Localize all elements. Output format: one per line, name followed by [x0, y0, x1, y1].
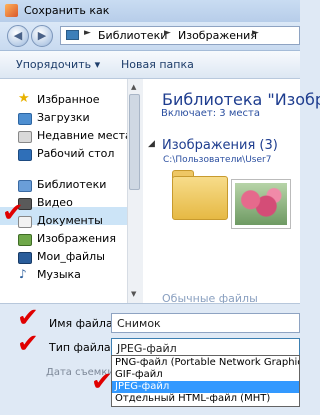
sidebar-item-documents[interactable]: Документы [37, 214, 103, 227]
library-icon [66, 30, 79, 40]
sidebar-item-images[interactable]: Изображения [37, 232, 116, 245]
scroll-down-icon[interactable]: ▼ [131, 290, 136, 298]
forward-button[interactable]: ▶ [31, 25, 53, 47]
recent-places-icon [18, 131, 32, 143]
chevron-right-icon[interactable]: ► [164, 28, 171, 38]
scroll-thumb[interactable] [129, 94, 140, 190]
music-icon: ♪ [19, 267, 27, 281]
back-button[interactable]: ◀ [7, 25, 29, 47]
sidebar-item-my-files[interactable]: Мои_файлы [37, 250, 105, 263]
downloads-icon [18, 113, 32, 125]
sidebar-header-libraries[interactable]: Библиотеки [37, 178, 106, 191]
window-title: Сохранить как [24, 4, 110, 17]
breadcrumb-images[interactable]: Изображения [178, 29, 257, 42]
chevron-right-icon[interactable]: ► [84, 28, 91, 38]
scroll-up-icon[interactable]: ▲ [131, 83, 136, 91]
new-folder-button[interactable]: Новая папка [121, 58, 194, 71]
places-link[interactable]: 3 места [219, 108, 260, 119]
sidebar-item-music[interactable]: Музыка [37, 268, 81, 281]
annotation-checkmark-icon: ✔ [17, 329, 39, 359]
library-includes: Включает: 3 места [161, 108, 260, 119]
sidebar-item-recent-places[interactable]: Недавние места [37, 129, 132, 142]
chevron-right-icon[interactable]: ► [252, 28, 259, 38]
filetype-label: Тип файла: [49, 341, 115, 354]
star-icon: ★ [18, 91, 30, 106]
filename-input[interactable]: Снимок [111, 313, 300, 333]
image-thumbnail[interactable] [232, 180, 290, 228]
images-icon [18, 234, 32, 246]
sidebar-item-downloads[interactable]: Загрузки [37, 111, 90, 124]
filetype-option-mht[interactable]: Отдельный HTML-файл (MHT) [112, 393, 299, 405]
library-title: Библиотека "Изобр [162, 90, 320, 109]
libraries-icon [18, 180, 32, 192]
collapse-icon[interactable]: ◢ [148, 139, 155, 149]
filename-label: Имя файла: [49, 317, 117, 330]
annotation-checkmark-icon: ✔ [91, 367, 113, 397]
annotation-checkmark-icon: ✔ [2, 198, 24, 228]
group-title[interactable]: Изображения (3) [162, 138, 278, 153]
desktop-icon [18, 149, 32, 161]
sidebar-item-desktop[interactable]: Рабочий стол [37, 147, 114, 160]
breadcrumb-libraries[interactable]: Библиотеки [98, 29, 167, 42]
filetype-option-jpeg[interactable]: JPEG-файл [112, 381, 299, 393]
my-files-icon [18, 252, 32, 264]
filetype-option-gif[interactable]: GIF-файл [112, 369, 299, 381]
folder-item[interactable] [172, 176, 228, 220]
group-path[interactable]: C:\Пользователи\User7 [163, 155, 271, 165]
includes-label: Включает: [161, 108, 217, 119]
annotation-checkmark-icon: ✔ [17, 303, 39, 333]
app-icon [5, 4, 18, 17]
organize-button[interactable]: Упорядочить ▾ [16, 58, 100, 71]
filetype-option-png[interactable]: PNG-файл (Portable Network Graphic) [112, 357, 299, 369]
sidebar-header-favorites[interactable]: Избранное [37, 93, 99, 106]
sidebar-item-video[interactable]: Видео [37, 196, 73, 209]
